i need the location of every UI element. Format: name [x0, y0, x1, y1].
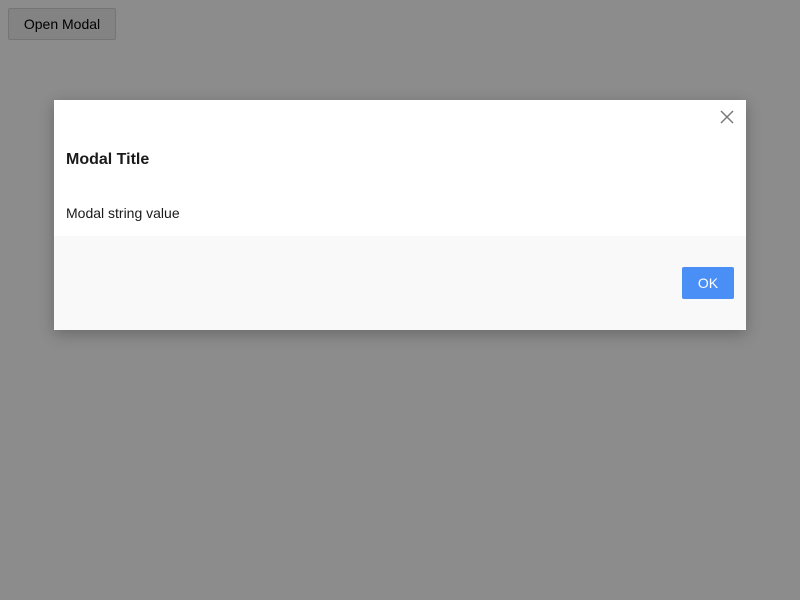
- ok-button[interactable]: OK: [682, 267, 734, 299]
- modal-footer: OK: [54, 236, 746, 330]
- close-icon[interactable]: [718, 108, 736, 126]
- modal-title: Modal Title: [66, 151, 150, 168]
- ok-button-label: OK: [697, 275, 719, 291]
- modal-dialog: Modal Title Modal string value OK: [54, 100, 746, 330]
- modal-body-text: Modal string value: [66, 205, 180, 221]
- page: Open Modal Modal Title Modal string valu…: [0, 0, 800, 600]
